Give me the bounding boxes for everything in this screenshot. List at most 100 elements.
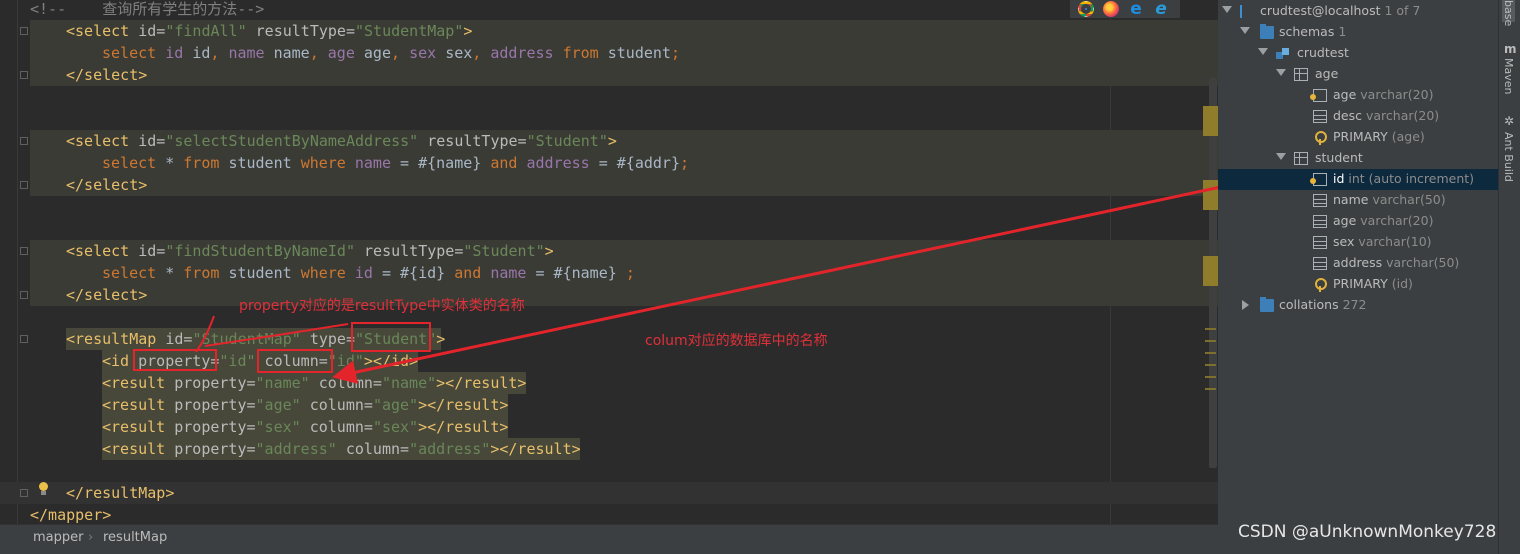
fold-icon[interactable] bbox=[18, 245, 28, 257]
scrollbar-marker[interactable] bbox=[1203, 106, 1218, 136]
column-label: name varchar(50) bbox=[1333, 192, 1446, 207]
chevron-down-icon[interactable] bbox=[1276, 153, 1286, 160]
code-line[interactable]: </select> bbox=[0, 174, 1218, 196]
ie-icon[interactable]: e bbox=[1153, 1, 1169, 18]
code-line[interactable]: </select> bbox=[0, 64, 1218, 86]
tab-ant-build[interactable]: Ant Build bbox=[1502, 132, 1515, 182]
chevron-down-icon[interactable] bbox=[1222, 6, 1232, 13]
tree-node-column[interactable]: age varchar(20) bbox=[1218, 85, 1498, 106]
code-line[interactable]: </mapper> bbox=[0, 504, 1218, 524]
code-line[interactable]: select * from student where id = #{id} a… bbox=[0, 262, 1218, 284]
fold-icon[interactable] bbox=[18, 135, 28, 147]
tree-node-column[interactable]: address varchar(50) bbox=[1218, 253, 1498, 274]
tree-node-schemas[interactable]: schemas 1 bbox=[1218, 22, 1498, 43]
code-text: </mapper> bbox=[30, 505, 111, 524]
code-token: select bbox=[102, 154, 166, 172]
code-token: > bbox=[544, 242, 554, 260]
code-token: property= bbox=[174, 374, 256, 392]
chevron-down-icon[interactable] bbox=[1276, 69, 1286, 76]
database-tree-panel[interactable]: crudtest@localhost 1 of 7 schemas 1 crud… bbox=[1218, 0, 1498, 554]
code-token: column= bbox=[300, 418, 373, 436]
tree-node-schema-crudtest[interactable]: crudtest bbox=[1218, 43, 1498, 64]
tree-node-table-student[interactable]: student bbox=[1218, 148, 1498, 169]
code-line[interactable]: select id id, name name, age age, sex se… bbox=[0, 42, 1218, 64]
scrollbar-tick bbox=[1205, 388, 1216, 390]
chevron-down-icon[interactable] bbox=[1240, 27, 1250, 34]
schemas-meta: 1 bbox=[1338, 24, 1347, 39]
tree-node-column[interactable]: PRIMARY (age) bbox=[1218, 127, 1498, 148]
code-line[interactable]: <result property="address" column="addre… bbox=[0, 438, 1218, 460]
tree-node-column[interactable]: desc varchar(20) bbox=[1218, 106, 1498, 127]
code-text: <result property="address" column="addre… bbox=[102, 439, 581, 459]
tree-node-column[interactable]: sex varchar(10) bbox=[1218, 232, 1498, 253]
code-line[interactable]: <result property="sex" column="sex"></re… bbox=[0, 416, 1218, 438]
tree-node-collations[interactable]: collations 272 bbox=[1218, 295, 1498, 316]
fold-icon[interactable] bbox=[18, 333, 28, 345]
code-line[interactable] bbox=[0, 86, 1218, 108]
code-editor[interactable]: <!-- 查询所有学生的方法--> <select id="findAll" re… bbox=[0, 0, 1218, 524]
code-line[interactable]: <!-- 查询所有学生的方法--> bbox=[0, 0, 1218, 20]
code-line[interactable]: <select id="findStudentByNameId" resultT… bbox=[0, 240, 1218, 262]
column-label: PRIMARY (id) bbox=[1333, 276, 1413, 291]
breadcrumb-item-mapper[interactable]: mapper bbox=[33, 530, 83, 545]
column-icon bbox=[1313, 257, 1327, 270]
code-line[interactable]: select * from student where name = #{nam… bbox=[0, 152, 1218, 174]
code-line[interactable] bbox=[0, 196, 1218, 218]
code-line[interactable]: </select> bbox=[0, 284, 1218, 306]
scrollbar-marker[interactable] bbox=[1203, 256, 1218, 286]
tree-node-table-age[interactable]: age bbox=[1218, 64, 1498, 85]
code-token: "Student" bbox=[526, 132, 608, 150]
code-line[interactable] bbox=[0, 306, 1218, 328]
code-line[interactable]: </resultMap> bbox=[0, 482, 1218, 504]
scrollbar-tick bbox=[1205, 364, 1216, 366]
breadcrumb-item-resultmap[interactable]: resultMap bbox=[103, 530, 167, 545]
code-line[interactable] bbox=[0, 108, 1218, 130]
code-token: "StudentMap" bbox=[192, 330, 301, 348]
chevron-down-icon[interactable] bbox=[1258, 48, 1268, 55]
firefox-icon[interactable] bbox=[1103, 1, 1119, 17]
column-label: id int (auto increment) bbox=[1333, 171, 1474, 186]
code-line[interactable]: <resultMap id="StudentMap" type="Student… bbox=[0, 328, 1218, 350]
tab-maven[interactable]: Maven bbox=[1502, 58, 1515, 94]
tree-node-connection[interactable]: crudtest@localhost 1 of 7 bbox=[1218, 1, 1498, 22]
scrollbar-marker[interactable] bbox=[1203, 180, 1218, 210]
fold-icon[interactable] bbox=[18, 69, 28, 81]
code-token: property= bbox=[174, 440, 256, 458]
column-name: desc bbox=[1333, 108, 1363, 123]
chrome-icon[interactable] bbox=[1078, 1, 1094, 17]
code-line[interactable] bbox=[0, 460, 1218, 482]
fold-icon[interactable] bbox=[18, 179, 28, 191]
lightbulb-icon[interactable] bbox=[37, 482, 49, 496]
table-age-label: age bbox=[1315, 66, 1339, 81]
editor-scrollbar[interactable] bbox=[1203, 18, 1218, 524]
code-token: student bbox=[228, 154, 301, 172]
fold-icon[interactable] bbox=[18, 289, 28, 301]
chevron-right-icon[interactable] bbox=[1242, 300, 1249, 310]
code-token: "selectStudentByNameAddress" bbox=[165, 132, 419, 150]
code-token: sex bbox=[409, 44, 446, 62]
column-name: age bbox=[1333, 213, 1357, 228]
column-type: int (auto increment) bbox=[1348, 171, 1475, 186]
code-token: address bbox=[490, 44, 563, 62]
code-line[interactable]: <select id="findAll" resultType="Student… bbox=[0, 20, 1218, 42]
code-line[interactable] bbox=[0, 218, 1218, 240]
code-line[interactable]: <result property="name" column="name"></… bbox=[0, 372, 1218, 394]
code-token: , bbox=[309, 44, 328, 62]
tree-node-column[interactable]: name varchar(50) bbox=[1218, 190, 1498, 211]
code-token: property= bbox=[174, 418, 256, 436]
schema-label: crudtest bbox=[1297, 45, 1349, 60]
tab-database[interactable]: base bbox=[1502, 0, 1515, 26]
code-token: = #{name} bbox=[535, 264, 626, 282]
edge-icon[interactable]: e bbox=[1128, 1, 1144, 18]
tree-node-column[interactable]: id int (auto increment) bbox=[1218, 169, 1498, 190]
maven-icon: m bbox=[1504, 42, 1517, 56]
fold-icon[interactable] bbox=[18, 487, 28, 499]
fold-icon[interactable] bbox=[18, 25, 28, 37]
tree-node-column[interactable]: PRIMARY (id) bbox=[1218, 274, 1498, 295]
code-token: > bbox=[607, 132, 617, 150]
code-line[interactable]: <select id="selectStudentByNameAddress" … bbox=[0, 130, 1218, 152]
code-token: "findAll" bbox=[165, 22, 247, 40]
tree-node-column[interactable]: age varchar(20) bbox=[1218, 211, 1498, 232]
property-highlight-box bbox=[133, 349, 217, 371]
code-line[interactable]: <result property="age" column="age"></re… bbox=[0, 394, 1218, 416]
